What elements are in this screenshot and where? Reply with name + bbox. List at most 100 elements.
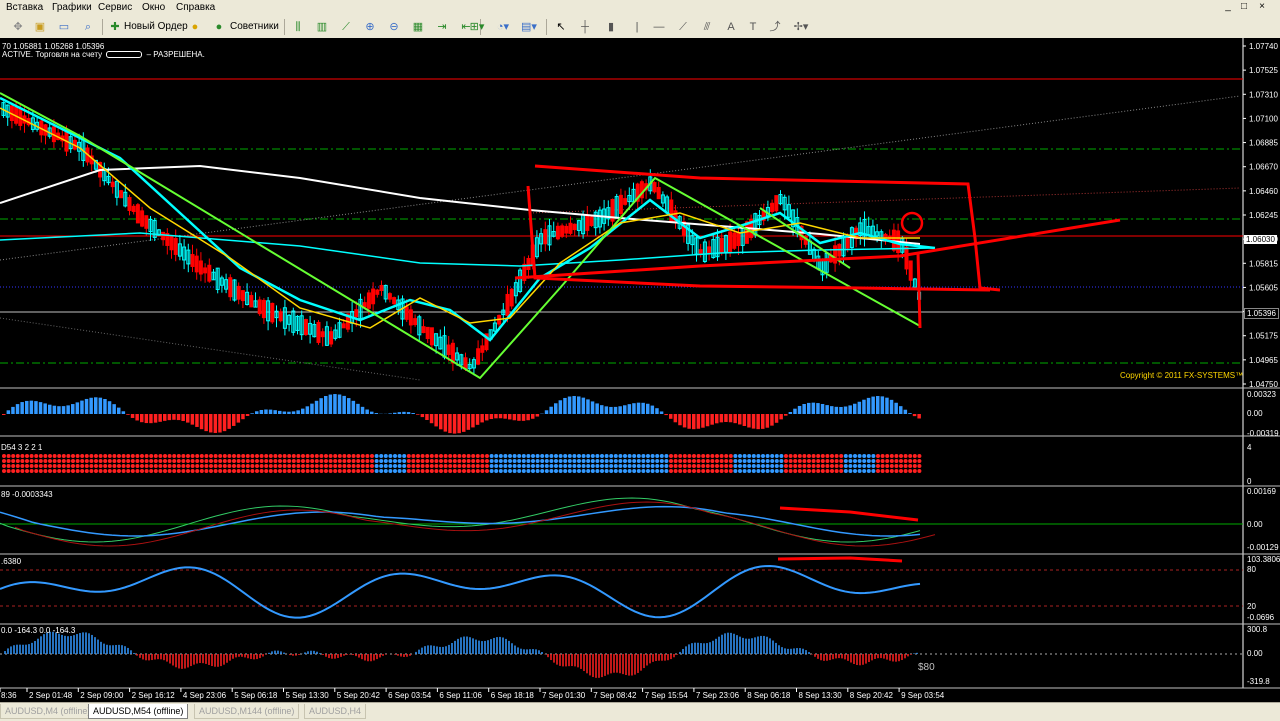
menu-insert[interactable]: Вставка (6, 2, 43, 13)
fibonacci-icon[interactable]: ⫻ (700, 19, 714, 35)
signal-dot (462, 454, 466, 458)
signal-dot (108, 454, 112, 458)
signal-dot (186, 454, 190, 458)
signal-dot (310, 454, 314, 458)
menu-window[interactable]: Окно (142, 2, 165, 13)
signal-dot (531, 459, 535, 463)
signal-dot (839, 469, 843, 473)
templates-icon[interactable]: ▤▾ (518, 19, 540, 35)
histogram-bar (453, 414, 457, 434)
vertical-line-icon[interactable]: ▮ (604, 19, 618, 35)
scroll-icon[interactable]: ⇥ (434, 19, 450, 35)
signal-dot (646, 464, 650, 468)
signal-dot (89, 464, 93, 468)
signal-dot (894, 469, 898, 473)
histogram-bar (582, 398, 586, 414)
signal-dot (30, 454, 34, 458)
menu-charts[interactable]: Графики (52, 2, 92, 13)
signal-dot (720, 454, 724, 458)
minimize-button[interactable]: _ (1222, 1, 1234, 13)
cursor-icon[interactable]: ↖ (554, 19, 568, 35)
signal-dot (471, 464, 475, 468)
signal-dot (20, 454, 24, 458)
signal-dot (145, 464, 149, 468)
label-icon[interactable]: T (746, 19, 760, 35)
expert-icon[interactable]: ● (188, 19, 202, 35)
signal-dot (209, 464, 213, 468)
menu-tools[interactable]: Сервис (98, 2, 132, 13)
restore-button[interactable]: □ (1238, 1, 1250, 13)
signal-dot (467, 454, 471, 458)
signal-dot (398, 469, 402, 473)
signal-dot (425, 469, 429, 473)
histogram-bar (867, 398, 871, 414)
line-chart-icon[interactable]: ⟋ (338, 19, 354, 35)
signal-dot (830, 464, 834, 468)
candles-icon[interactable]: ▥ (314, 19, 330, 35)
price-label: 1.05175 (1249, 332, 1278, 341)
horizontal-line-icon[interactable]: | (630, 19, 644, 35)
signal-dot (687, 459, 691, 463)
signal-dot (720, 464, 724, 468)
zoom-out-icon[interactable]: ⊖ (386, 19, 402, 35)
signal-dot (269, 464, 273, 468)
signal-dot (614, 464, 618, 468)
signal-dot (669, 459, 673, 463)
signal-dot (11, 464, 15, 468)
signal-dot (319, 469, 323, 473)
chart-canvas[interactable]: 1.077401.075251.073101.071001.068851.066… (0, 38, 1280, 702)
tab-audusd-h4[interactable]: AUDUSD,H4 (304, 704, 366, 719)
candle (136, 205, 139, 223)
open-folder-icon[interactable]: ▣ (32, 19, 48, 35)
signal-dot (218, 469, 222, 473)
experts-button[interactable]: Советники (230, 19, 279, 35)
signal-dot (651, 464, 655, 468)
histogram-bar (425, 414, 429, 420)
signal-dot (329, 459, 333, 463)
signal-dot (80, 454, 84, 458)
cross-icon[interactable]: ┼ (578, 19, 592, 35)
histogram-bar (411, 413, 415, 414)
signal-dot (260, 454, 264, 458)
signal-dot (402, 469, 406, 473)
new-order-button[interactable]: Новый Ордер (124, 19, 188, 35)
zoom-in-icon[interactable]: ⊕ (362, 19, 378, 35)
toolbar: ✥ ▣ ▭ ⌕ ✚ Новый Ордер ● ● Советники ⫼ ▥ … (0, 16, 1280, 39)
signal-dot (117, 459, 121, 463)
signal-dot (835, 454, 839, 458)
crosshair-icon[interactable]: ✥ (10, 19, 26, 35)
signal-dot (356, 459, 360, 463)
objects-icon[interactable]: ✢▾ (790, 19, 812, 35)
candle (464, 358, 467, 369)
candle (733, 233, 736, 248)
text-icon[interactable]: A (724, 19, 738, 35)
histogram-bar (250, 413, 254, 414)
tab-audusd-m54[interactable]: AUDUSD,M54 (offline) (88, 704, 188, 719)
signal-dot (85, 469, 89, 473)
window-icon[interactable]: ▭ (56, 19, 72, 35)
signal-dot (99, 464, 103, 468)
signal-dot (802, 469, 806, 473)
signal-dot (908, 459, 912, 463)
signal-dot (770, 469, 774, 473)
zoom-icon[interactable]: ⌕ (80, 19, 96, 35)
signal-dot (890, 459, 894, 463)
add-indicator-icon[interactable]: ⊞▾ (466, 19, 488, 35)
signal-dot (490, 454, 494, 458)
signal-dot (858, 469, 862, 473)
menu-help[interactable]: Справка (176, 2, 215, 13)
trend-line-icon[interactable]: ― (652, 19, 666, 35)
periods-icon[interactable]: ◔▾ (492, 19, 514, 35)
panel4-title: .6380 (1, 557, 21, 566)
chart-window[interactable]: 1.077401.075251.073101.071001.068851.066… (0, 38, 1280, 702)
arrow-icon[interactable]: ⤴ (768, 19, 782, 35)
signal-dot (917, 469, 921, 473)
tile-icon[interactable]: ▦ (410, 19, 426, 35)
close-button[interactable]: × (1256, 1, 1268, 13)
channel-icon[interactable]: ⟋ (676, 19, 690, 35)
histogram-bar (53, 406, 57, 414)
tab-audusd-m4[interactable]: AUDUSD,M4 (offline) (0, 704, 95, 719)
bar-chart-icon[interactable]: ⫼ (290, 19, 306, 35)
tab-audusd-m144[interactable]: AUDUSD,M144 (offline) (194, 704, 299, 719)
signal-dot (439, 454, 443, 458)
